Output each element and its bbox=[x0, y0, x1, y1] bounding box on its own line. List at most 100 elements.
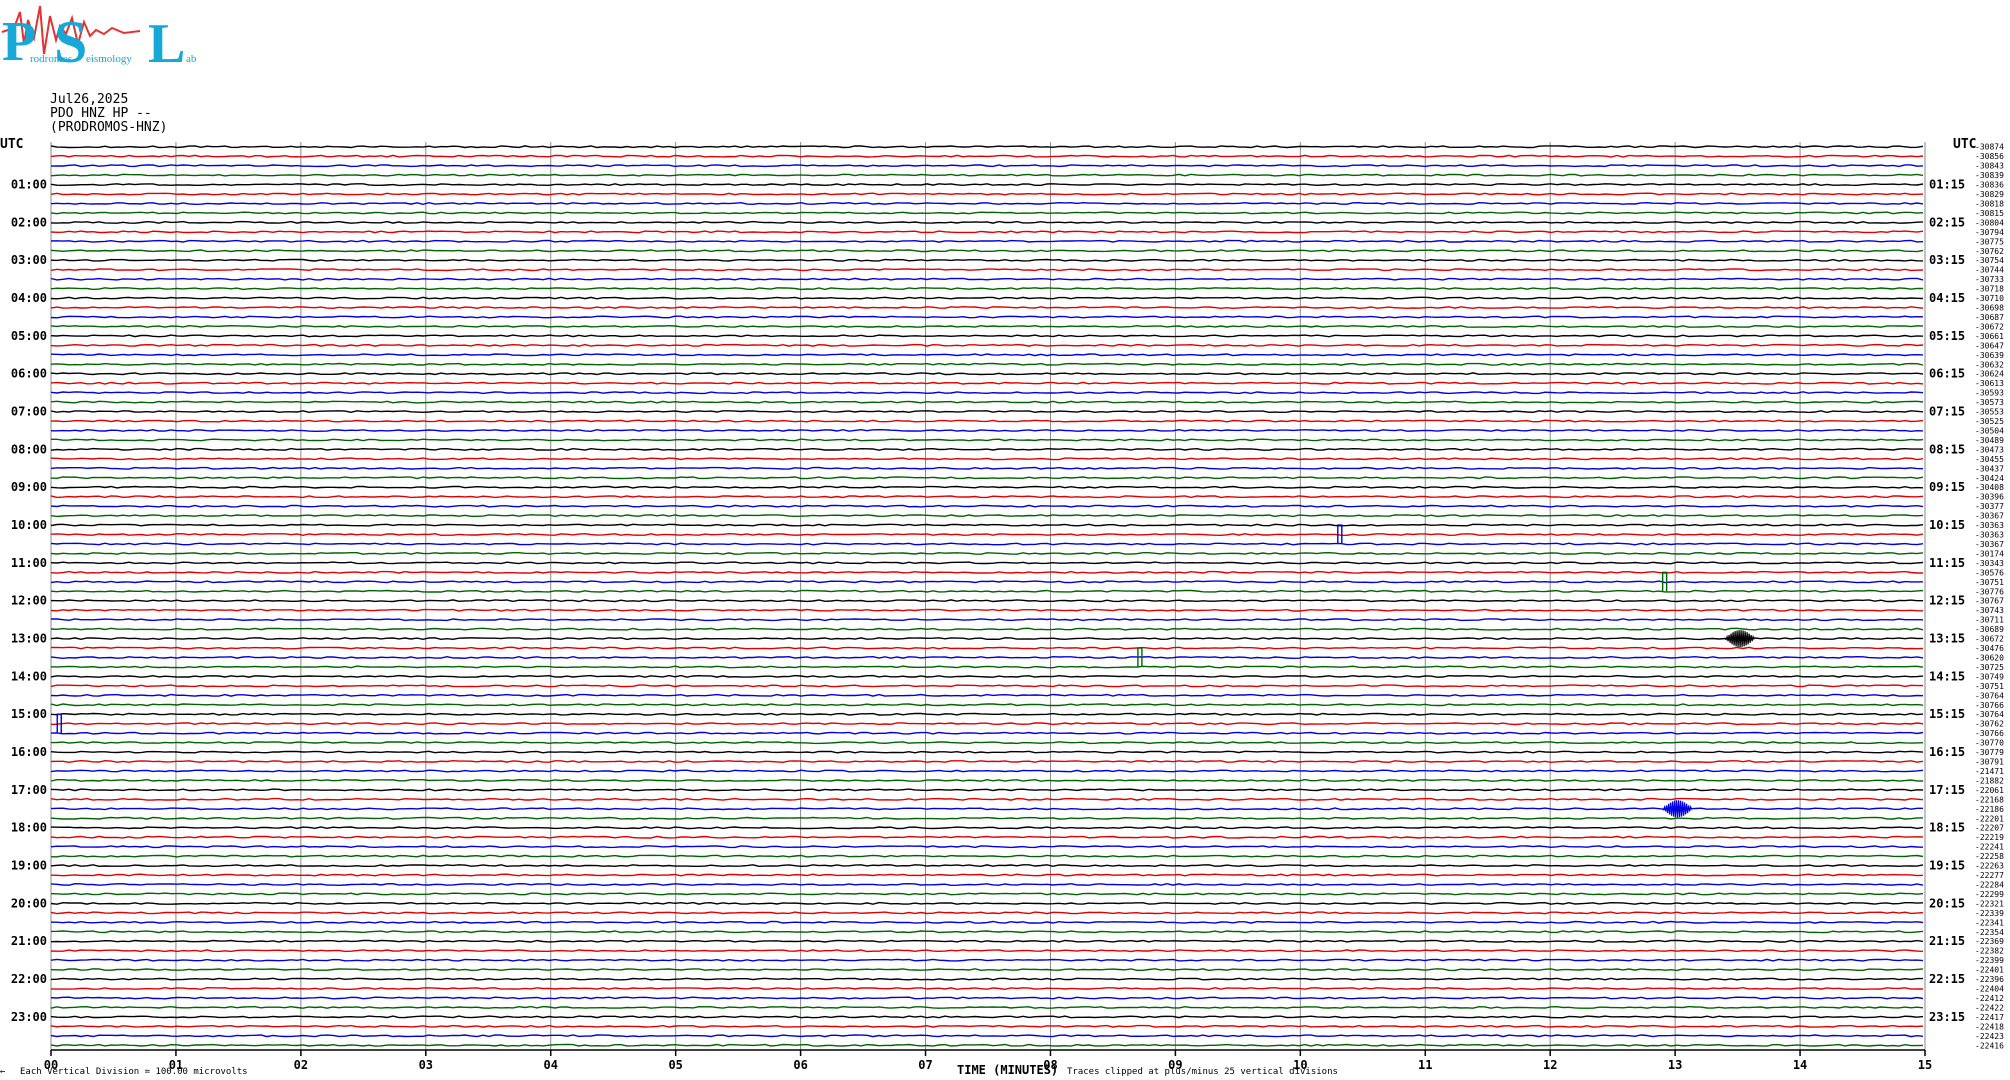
left-hour-label: 14:00 bbox=[11, 669, 47, 683]
right-hour-label: 05:15 bbox=[1929, 329, 1965, 343]
trace-row bbox=[50, 343, 1924, 347]
trace-row bbox=[50, 381, 1924, 385]
trace-row bbox=[50, 674, 1924, 678]
x-tick-label: 12 bbox=[1543, 1058, 1557, 1072]
row-offset-label: -30455 bbox=[1975, 455, 2004, 464]
row-offset-label: -30408 bbox=[1975, 483, 2004, 492]
left-hour-label: 01:00 bbox=[11, 178, 47, 192]
trace-row bbox=[50, 958, 1924, 962]
corner-mark: ← bbox=[0, 1067, 6, 1077]
trace-row bbox=[50, 911, 1924, 915]
left-hour-label: 18:00 bbox=[11, 821, 47, 835]
row-offset-label: -21471 bbox=[1975, 767, 2004, 776]
right-hour-label: 10:15 bbox=[1929, 518, 1965, 532]
trace-row bbox=[50, 684, 1923, 688]
header-site: (PRODROMOS-HNZ) bbox=[50, 120, 167, 135]
trace-row bbox=[50, 703, 1924, 707]
left-hour-label: 07:00 bbox=[11, 405, 47, 419]
x-tick-label: 03 bbox=[419, 1058, 433, 1072]
row-offset-label: -22284 bbox=[1975, 881, 2004, 890]
row-offset-label: -30573 bbox=[1975, 398, 2004, 407]
trace-row bbox=[50, 580, 1924, 584]
row-offset-label: -22382 bbox=[1975, 947, 2004, 956]
trace-row bbox=[50, 287, 1924, 291]
trace-row bbox=[51, 428, 1924, 433]
x-tick-label: 02 bbox=[294, 1058, 308, 1072]
row-offset-labels: -30874-30856-30843-30839-30836-30829-308… bbox=[1975, 143, 2004, 1051]
left-hour-label: 02:00 bbox=[11, 215, 47, 229]
right-hour-label: 02:15 bbox=[1929, 215, 1965, 229]
row-offset-label: -22168 bbox=[1975, 795, 2004, 804]
helicorder-chart: P S L rodromos eismology ab Jul26,2025 P… bbox=[0, 5, 2004, 1077]
logo-letter-l: L bbox=[148, 13, 185, 75]
row-offset-label: -30363 bbox=[1975, 531, 2004, 540]
trace-row bbox=[50, 561, 1924, 565]
left-hour-label: 11:00 bbox=[11, 556, 47, 570]
right-hour-label: 16:15 bbox=[1929, 745, 1965, 759]
row-offset-label: -30624 bbox=[1975, 370, 2004, 379]
trace-row bbox=[50, 845, 1924, 849]
trace-row bbox=[50, 173, 1924, 177]
event-burst-mark bbox=[1662, 800, 1693, 818]
trace-row bbox=[50, 731, 1924, 735]
x-tick-label: 15 bbox=[1918, 1058, 1932, 1072]
right-hour-label: 13:15 bbox=[1929, 632, 1965, 646]
row-offset-label: -30689 bbox=[1975, 625, 2004, 634]
left-hour-label: 23:00 bbox=[11, 1010, 47, 1024]
row-offset-label: -22341 bbox=[1975, 918, 2004, 927]
trace-row bbox=[50, 485, 1924, 489]
right-hour-label: 14:15 bbox=[1929, 669, 1965, 683]
trace-row bbox=[50, 476, 1924, 480]
left-hour-label: 10:00 bbox=[11, 518, 47, 532]
trace-row bbox=[50, 495, 1924, 499]
x-axis-label: TIME (MINUTES) bbox=[957, 1063, 1058, 1077]
trace-row bbox=[50, 154, 1924, 158]
row-offset-label: -30775 bbox=[1975, 237, 2004, 246]
trace-row bbox=[50, 296, 1924, 300]
row-offset-label: -30672 bbox=[1975, 322, 2004, 331]
row-offset-label: -22422 bbox=[1975, 1003, 2004, 1012]
row-offset-label: -30764 bbox=[1975, 710, 2004, 719]
row-offset-label: -22061 bbox=[1975, 786, 2004, 795]
trace-row bbox=[50, 372, 1924, 376]
trace-row bbox=[50, 693, 1924, 697]
trace-row bbox=[50, 646, 1924, 650]
row-offset-label: -22321 bbox=[1975, 899, 2004, 908]
row-offset-label: -22339 bbox=[1975, 909, 2004, 918]
row-offset-label: -30815 bbox=[1975, 209, 2004, 218]
row-offset-label: -22369 bbox=[1975, 937, 2004, 946]
row-offset-label: -22412 bbox=[1975, 994, 2004, 1003]
header-date: Jul26,2025 bbox=[50, 92, 128, 107]
row-offset-label: -30711 bbox=[1975, 616, 2004, 625]
x-tick-label: 07 bbox=[918, 1058, 932, 1072]
row-offset-label: -30751 bbox=[1975, 682, 2004, 691]
row-offset-label: -30804 bbox=[1975, 218, 2004, 227]
trace-row bbox=[50, 523, 1924, 527]
row-offset-label: -30762 bbox=[1975, 720, 2004, 729]
x-tick-label: 04 bbox=[544, 1058, 558, 1072]
left-hour-label: 05:00 bbox=[11, 329, 47, 343]
trace-row bbox=[50, 315, 1924, 319]
trace-row bbox=[50, 778, 1924, 782]
trace-row bbox=[50, 268, 1924, 272]
row-offset-label: -22219 bbox=[1975, 833, 2004, 842]
trace-row bbox=[50, 1005, 1924, 1009]
trace-row bbox=[50, 901, 1924, 905]
row-offset-label: -22354 bbox=[1975, 928, 2004, 937]
trace-row bbox=[50, 864, 1924, 868]
row-offset-label: -30504 bbox=[1975, 427, 2004, 436]
utc-label-left: UTC bbox=[0, 137, 23, 152]
psl-logo: P S L rodromos eismology ab bbox=[1, 5, 197, 75]
trace-row bbox=[50, 457, 1924, 461]
trace-row bbox=[50, 164, 1924, 168]
row-offset-label: -30687 bbox=[1975, 313, 2004, 322]
row-offset-label: -30639 bbox=[1975, 351, 2004, 360]
row-offset-label: -30829 bbox=[1975, 190, 2004, 199]
row-offset-label: -30489 bbox=[1975, 436, 2004, 445]
trace-row bbox=[50, 1015, 1924, 1019]
row-offset-label: -30766 bbox=[1975, 729, 2004, 738]
trace-row bbox=[51, 854, 1924, 858]
clip-note: Traces clipped at plus/minus 25 vertical… bbox=[1067, 1067, 1338, 1077]
trace-row bbox=[51, 618, 1924, 622]
logo-letter-s: S bbox=[54, 9, 87, 75]
